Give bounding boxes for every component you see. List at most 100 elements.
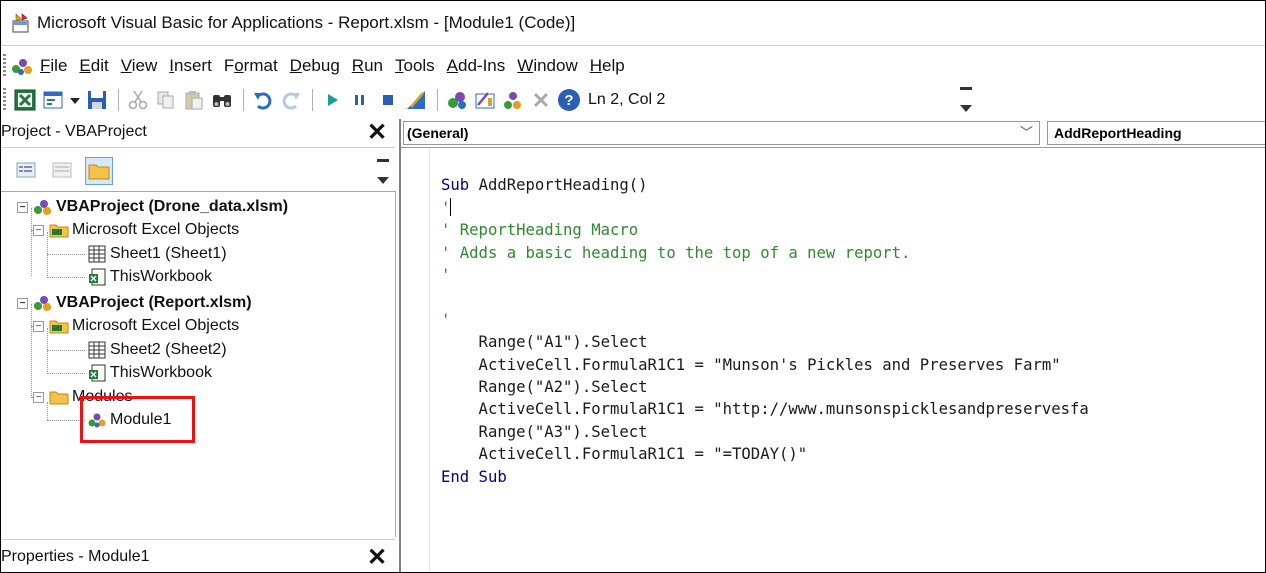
toolbar-separator [437,89,438,111]
folder-icon [49,391,69,405]
toolbar-overflow-icon[interactable] [956,85,976,115]
project-tree-scroll-grip[interactable] [373,155,393,187]
undo-icon[interactable] [250,87,276,113]
code-line: ' [441,310,451,329]
toggle-folders-icon[interactable] [85,157,113,185]
vbaproject-icon [34,200,51,215]
collapse-icon[interactable]: − [33,320,44,332]
insert-userform-icon[interactable] [40,87,66,113]
text-caret [450,197,452,216]
code-line: Range("A2").Select [441,378,648,397]
code-line: Range("A3").Select [441,422,648,441]
module1-highlight-box [80,396,195,443]
vba-app-icon [12,13,29,33]
vba-editor-window: Microsoft Visual Basic for Applications … [0,0,1266,573]
tree-item-label: Microsoft Excel Objects [72,317,240,334]
code-window: (General) ﹀ AddReportHeading Sub AddRepo… [399,119,1265,572]
copy-icon[interactable] [153,87,179,113]
vbaproject-icon [34,296,51,311]
tree-item-thisworkbook-2[interactable]: ThisWorkbook [87,362,212,384]
paste-icon[interactable] [181,87,207,113]
dropdown-arrow-icon[interactable] [68,87,82,113]
tree-item-sheet1[interactable]: Sheet1 (Sheet1) [87,243,227,265]
break-icon[interactable] [347,87,373,113]
menu-window[interactable]: Window [517,56,577,76]
reset-icon[interactable] [375,87,401,113]
procedure-dropdown-value: AddReportHeading [1054,125,1182,141]
toolbar-separator [312,89,313,111]
workbook-icon [89,268,106,286]
menu-debug[interactable]: Debug [290,56,340,76]
code-line: ' ReportHeading Macro [441,221,639,240]
project-explorer-icon[interactable] [444,87,470,113]
menu-insert[interactable]: Insert [169,56,212,76]
tree-item-vbaproject-report[interactable]: − VBAProject (Report.xlsm) [17,292,252,314]
code-margin-indicator-bar[interactable] [401,148,430,572]
code-line: End Sub [441,467,507,486]
cut-icon[interactable] [125,87,151,113]
tree-item-excel-objects[interactable]: − Microsoft Excel Objects [33,219,239,241]
object-dropdown[interactable]: (General) ﹀ [403,121,1040,145]
procedure-dropdown[interactable]: AddReportHeading [1047,121,1265,145]
window-title: Microsoft Visual Basic for Applications … [37,13,576,32]
menu-format[interactable]: Format [224,56,278,76]
tree-item-label: ThisWorkbook [110,364,212,381]
save-icon[interactable] [84,87,110,113]
tree-item-sheet2[interactable]: Sheet2 (Sheet2) [87,339,227,361]
vba-menu-icon[interactable] [10,55,34,77]
folder-icon [49,224,69,238]
tree-item-excel-objects[interactable]: − Microsoft Excel Objects [33,315,239,337]
tree-item-label: VBAProject (Drone_data.xlsm) [56,198,289,215]
folder-icon [49,320,69,334]
redo-icon[interactable] [278,87,304,113]
worksheet-icon [88,341,106,359]
tree-item-label: ThisWorkbook [110,268,212,285]
menu-tools[interactable]: Tools [395,56,435,76]
collapse-icon[interactable]: − [33,224,44,236]
view-excel-icon[interactable] [12,87,38,113]
toolbar-separator [243,89,244,111]
code-combo-row: (General) ﹀ AddReportHeading [401,119,1265,148]
code-line: ActiveCell.FormulaR1C1 = "http://www.mun… [441,400,1089,419]
menu-bar: File Edit View Insert Format Debug Run T… [1,51,1265,81]
close-project-explorer-icon[interactable]: ✕ [366,121,388,145]
view-object-icon[interactable] [49,157,75,183]
properties-window-icon[interactable] [472,87,498,113]
code-editor[interactable]: Sub AddReportHeading() ' ' ReportHeading M… [441,152,1089,533]
collapse-icon[interactable]: − [33,391,44,403]
project-explorer-title: Project - VBAProject [1,123,147,140]
code-line: ' Adds a basic heading to the top of a n… [441,243,911,262]
menu-view[interactable]: View [121,56,158,76]
help-icon[interactable]: ? [556,87,582,113]
menu-add-ins[interactable]: Add-Ins [447,56,506,76]
view-code-icon[interactable] [13,157,39,183]
chevron-down-icon[interactable]: ﹀ [1020,122,1033,144]
toolbox-icon[interactable] [528,87,554,113]
collapse-icon[interactable]: − [17,201,28,213]
find-icon[interactable] [209,87,235,113]
menubar-grip[interactable] [3,54,6,78]
menu-file[interactable]: File [40,56,67,76]
project-tree: − VBAProject (Drone_data.xlsm) − Microso… [1,191,396,537]
code-text: AddReportHeading() [478,176,648,195]
menu-edit[interactable]: Edit [79,56,108,76]
tree-item-label: Sheet1 (Sheet1) [110,245,227,262]
tree-item-vbaproject-drone[interactable]: − VBAProject (Drone_data.xlsm) [17,196,288,218]
code-line: ActiveCell.FormulaR1C1 = "Munson's Pickl… [441,355,1061,374]
svg-text:?: ? [564,92,573,109]
menu-run[interactable]: Run [352,56,383,76]
code-line: Sub AddReportHeading() [441,174,1089,196]
toolbar-grip[interactable] [3,88,6,112]
code-line: ' [441,266,451,285]
object-dropdown-value: (General) [407,125,469,141]
properties-title: Properties - Module1 [1,548,150,565]
code-keyword: Sub [441,176,470,195]
object-browser-icon[interactable] [500,87,526,113]
design-mode-icon[interactable] [403,87,429,113]
tree-item-thisworkbook-1[interactable]: ThisWorkbook [87,266,212,288]
close-properties-icon[interactable]: ✕ [366,546,388,570]
collapse-icon[interactable]: − [17,297,28,309]
menu-help[interactable]: Help [590,56,625,76]
tree-item-label: Sheet2 (Sheet2) [110,341,227,358]
run-icon[interactable] [319,87,345,113]
